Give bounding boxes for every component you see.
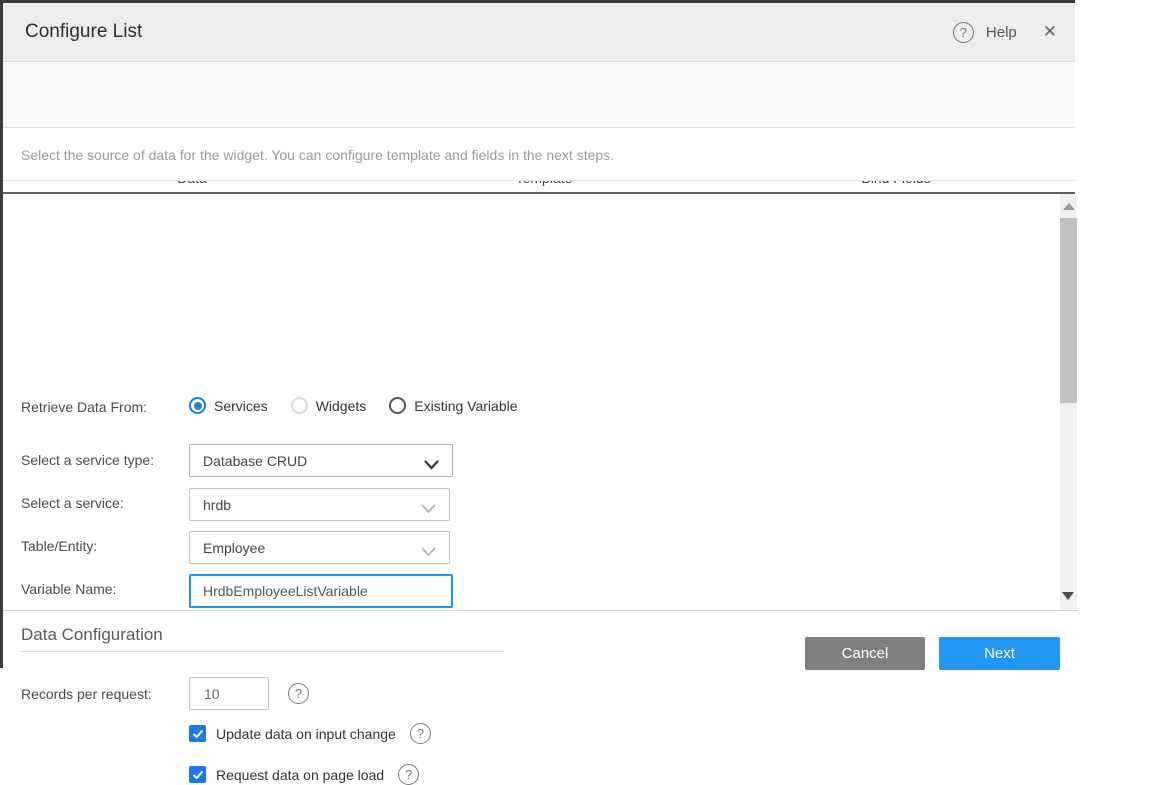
description-bar: Select the source of data for the widget… [3,129,1075,181]
table-entity-dropdown[interactable]: Employee [189,531,450,564]
radio-existing-variable[interactable]: Existing Variable [389,397,517,414]
footer-divider [3,610,1078,611]
radio-widgets-label: Widgets [316,398,367,414]
cancel-button[interactable]: Cancel [805,637,925,670]
scrollbar-thumb[interactable] [1060,218,1077,403]
help-link[interactable]: Help [986,24,1017,41]
retrieve-data-label: Retrieve Data From: [21,399,147,415]
data-configuration-heading: Data Configuration [21,625,163,645]
radio-services[interactable]: Services [189,397,268,414]
page-title: Configure List [25,21,142,43]
chevron-down-icon [424,457,439,475]
variable-name-input[interactable] [189,574,453,608]
request-data-checkbox-row: Request data on page load ? [189,764,419,785]
table-entity-label: Table/Entity: [21,538,97,554]
service-label: Select a service: [21,495,124,511]
section-divider [21,651,504,652]
update-data-help-icon[interactable]: ? [410,723,431,744]
request-data-checkbox-label[interactable]: Request data on page load [216,767,384,783]
retrieve-data-radio-group: Services Widgets Existing Variable [189,397,541,414]
form-panel: Retrieve Data From: Services Widgets Exi… [3,194,1060,609]
records-per-request-input[interactable] [189,677,269,710]
variable-name-label: Variable Name: [21,581,116,597]
configure-list-dialog: Configure List ? Help ✕ 1 Data 2 Templat… [0,0,1075,668]
records-per-request-label: Records per request: [21,686,152,702]
radio-existing-variable-label: Existing Variable [414,398,517,414]
radio-unselected-icon[interactable] [389,397,406,414]
request-data-help-icon[interactable]: ? [398,764,419,785]
vertical-scrollbar[interactable] [1060,194,1077,609]
radio-unselected-icon[interactable] [291,397,308,414]
update-data-checkbox-row: Update data on input change ? [189,723,431,744]
radio-widgets[interactable]: Widgets [291,397,367,414]
service-value: hrdb [203,497,231,513]
close-icon[interactable]: ✕ [1043,22,1057,42]
radio-services-label: Services [214,398,268,414]
help-icon[interactable]: ? [953,22,974,43]
service-type-value: Database CRUD [203,453,307,469]
dialog-header: Configure List ? Help ✕ [3,3,1075,62]
scroll-up-arrow-icon[interactable] [1063,203,1075,210]
next-button[interactable]: Next [939,637,1060,670]
checkbox-checked-icon[interactable] [189,766,206,783]
update-data-checkbox-label[interactable]: Update data on input change [216,726,396,742]
chevron-down-icon [421,501,436,519]
description-text: Select the source of data for the widget… [21,147,614,163]
service-type-label: Select a service type: [21,452,154,468]
service-dropdown[interactable]: hrdb [189,488,450,521]
checkbox-checked-icon[interactable] [189,725,206,742]
wizard-stepper: 1 Data 2 Template 3 Bind Fields [3,63,1075,128]
radio-selected-icon[interactable] [189,397,206,414]
table-entity-value: Employee [203,540,265,556]
scroll-down-arrow-icon[interactable] [1062,592,1074,600]
chevron-down-icon [421,544,436,562]
header-actions: ? Help ✕ [953,3,1057,61]
service-type-dropdown[interactable]: Database CRUD [189,444,453,477]
records-help-icon[interactable]: ? [288,683,309,704]
